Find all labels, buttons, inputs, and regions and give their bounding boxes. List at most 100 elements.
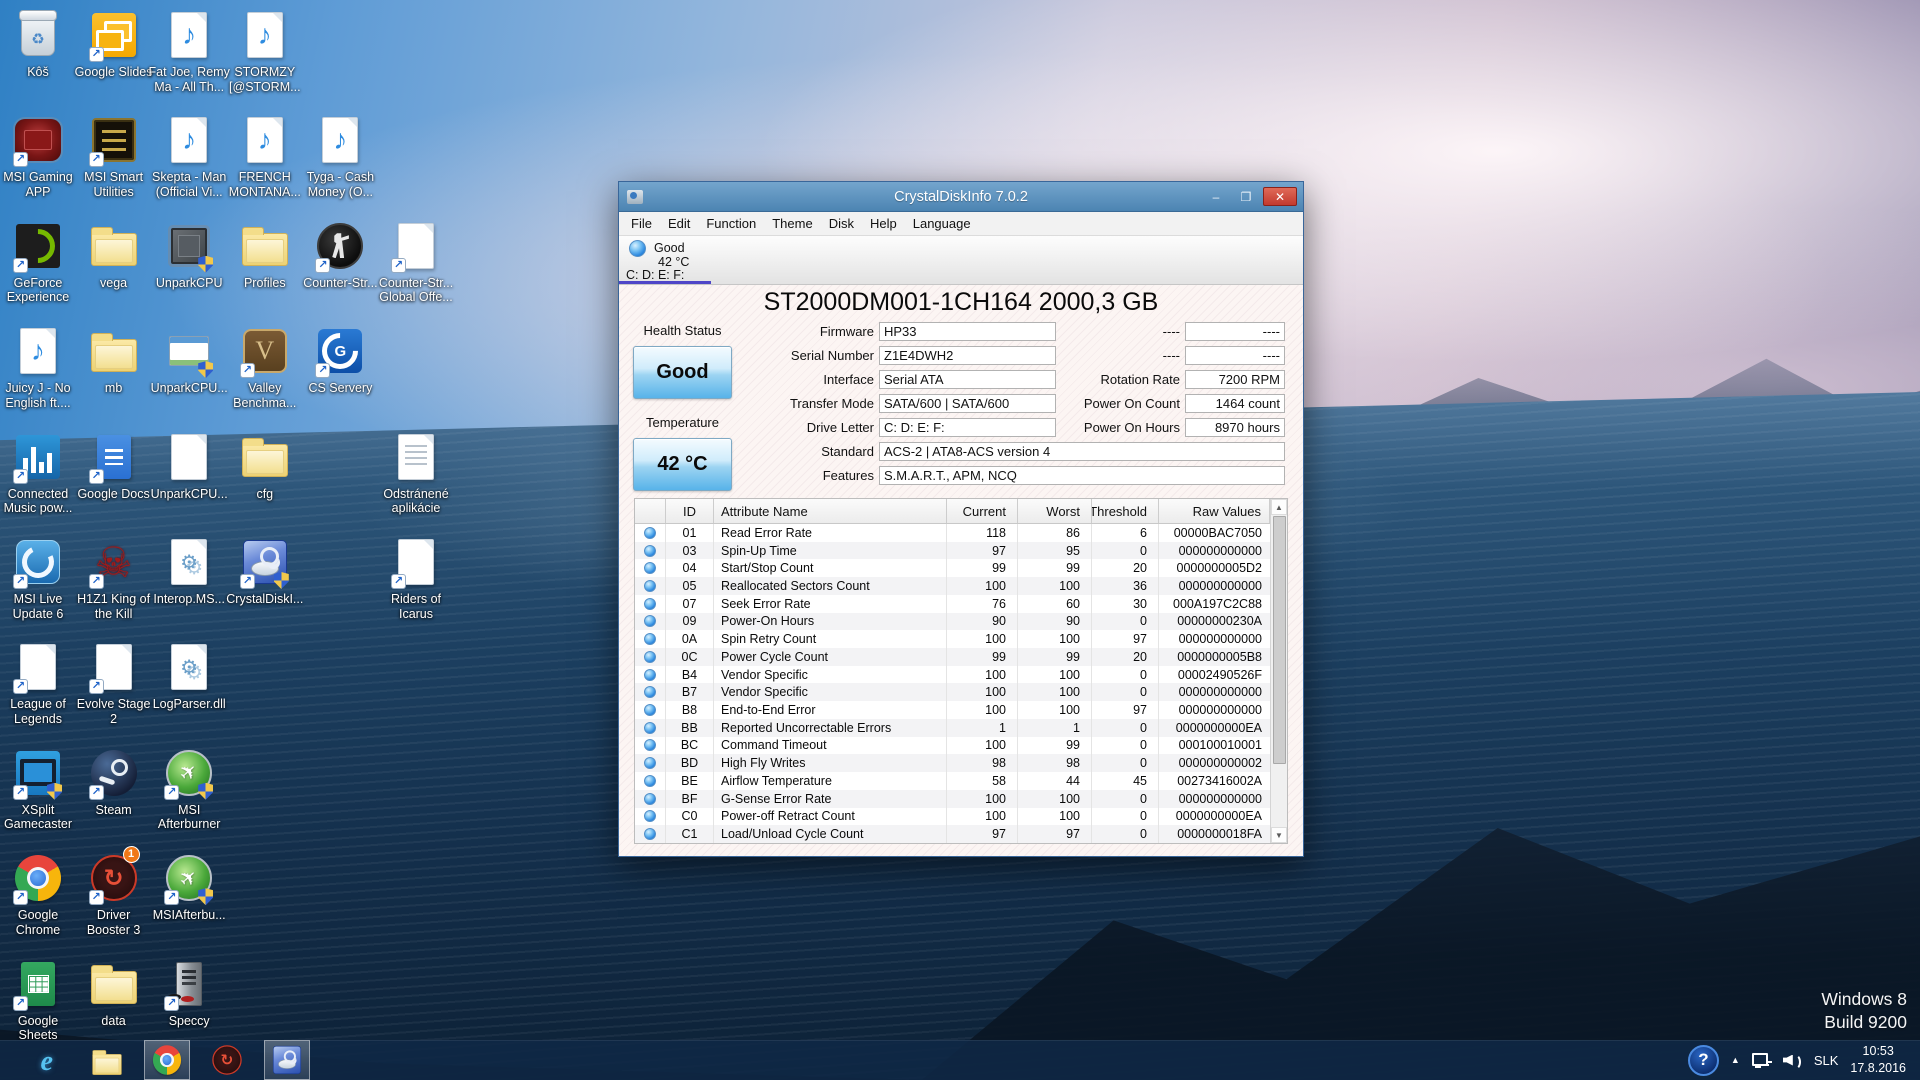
menu-item[interactable]: Help [862,213,905,234]
info-value-box[interactable]: 7200 RPM [1185,370,1285,389]
info-row: Power On Count 1464 count [1059,391,1289,415]
tray-icon[interactable] [1783,1053,1802,1068]
table-scrollbar[interactable]: ▲ ▼ [1270,499,1287,843]
desktop-icon[interactable]: cfg [215,430,315,502]
info-value-box[interactable]: 8970 hours [1185,418,1285,437]
desktop-icon[interactable]: Riders of Icarus [366,535,466,621]
table-row[interactable]: BE Airflow Temperature 58 44 45 00273416… [635,772,1270,790]
cell-worst: 95 [1018,542,1092,560]
desktop-icon[interactable]: CS Servery [290,324,390,396]
table-row[interactable]: 0A Spin Retry Count 100 100 97 000000000… [635,630,1270,648]
menu-item[interactable]: Edit [660,213,698,234]
desktop-icon[interactable]: MSIAfterbu... [139,851,239,923]
desktop-icon-art [10,535,66,589]
desktop-icon-art [161,219,217,273]
table-row[interactable]: 07 Seek Error Rate 76 60 30 000A197C2C88 [635,595,1270,613]
taskbar-button[interactable] [144,1040,190,1080]
table-row[interactable]: BC Command Timeout 100 99 0 000100010001 [635,737,1270,755]
info-value-box[interactable]: S.M.A.R.T., APM, NCQ [879,466,1285,485]
temperature-button[interactable]: 42 °C [633,438,732,491]
cell-id: 0C [666,648,714,666]
info-label: ---- [1059,324,1185,339]
window-titlebar[interactable]: CrystalDiskInfo 7.0.2 – ❐ ✕ [619,182,1303,212]
desktop-icon-art [10,851,66,905]
info-value-box[interactable]: C: D: E: F: [879,418,1056,437]
table-row[interactable]: 0C Power Cycle Count 99 99 20 0000000005… [635,648,1270,666]
table-row[interactable]: B7 Vendor Specific 100 100 0 00000000000… [635,683,1270,701]
cell-attribute-name: High Fly Writes [714,754,947,772]
menu-item[interactable]: Language [905,213,979,234]
minimize-button[interactable]: – [1203,187,1229,206]
desktop-icon[interactable]: MSI Afterburner [139,746,239,832]
health-status-button[interactable]: Good [633,346,732,399]
watermark-line2: Build 9200 [1821,1011,1907,1034]
drive-status: Good [654,241,685,255]
desktop-icon[interactable]: STORMZY [@STORM... [215,8,315,94]
info-value-box[interactable]: ---- [1185,346,1285,365]
desktop-icon-art [161,851,217,905]
scrollbar-thumb[interactable] [1273,516,1286,764]
info-value-box[interactable]: SATA/600 | SATA/600 [879,394,1056,413]
taskbar-button[interactable] [264,1040,310,1080]
taskbar-buttons [0,1040,310,1080]
shortcut-arrow-icon [13,152,28,167]
info-label: Features [759,468,879,483]
cell-threshold: 97 [1092,630,1159,648]
scroll-down-icon[interactable]: ▼ [1271,827,1287,843]
table-row[interactable]: BD High Fly Writes 98 98 0 000000000002 [635,754,1270,772]
cell-raw-values: 0000000000EA [1159,719,1270,737]
desktop-icon[interactable]: Counter-Str... Global Offe... [366,219,466,305]
menu-item[interactable]: Disk [821,213,862,234]
desktop-icon-label: STORMZY [@STORM... [215,65,315,94]
close-button[interactable]: ✕ [1263,187,1297,206]
table-row[interactable]: 09 Power-On Hours 90 90 0 00000000230A [635,613,1270,631]
info-value-box[interactable]: ACS-2 | ATA8-ACS version 4 [879,442,1285,461]
table-row[interactable]: 01 Read Error Rate 118 86 6 00000BAC7050 [635,524,1270,542]
table-row[interactable]: C1 Load/Unload Cycle Count 97 97 0 00000… [635,825,1270,843]
info-value-box[interactable]: ---- [1185,322,1285,341]
table-row[interactable]: 04 Start/Stop Count 99 99 20 0000000005D… [635,559,1270,577]
taskbar-clock[interactable]: 10:53 17.8.2016 [1850,1043,1910,1077]
scroll-up-icon[interactable]: ▲ [1271,499,1287,515]
shortcut-arrow-icon [89,152,104,167]
info-value-box[interactable]: Serial ATA [879,370,1056,389]
table-row[interactable]: BF G-Sense Error Rate 100 100 0 00000000… [635,790,1270,808]
menu-item[interactable]: Theme [764,213,820,234]
desktop-icon-label: MSI Afterburner [139,803,239,832]
info-value-box[interactable]: HP33 [879,322,1056,341]
maximize-button[interactable]: ❐ [1233,187,1259,206]
row-status-cell [635,790,666,808]
desktop-icon[interactable]: Odstránené aplikácie [366,430,466,516]
tray-icon[interactable] [1688,1045,1719,1076]
health-block: Health Status Good Temperature 42 °C [633,319,732,491]
row-status-cell [635,701,666,719]
table-row[interactable]: C0 Power-off Retract Count 100 100 0 000… [635,808,1270,826]
tray-icon[interactable] [1752,1053,1771,1068]
cell-current: 100 [947,666,1018,684]
table-row[interactable]: B4 Vendor Specific 100 100 0 00002490526… [635,666,1270,684]
desktop-icon-art [161,535,217,589]
icon-glyph [247,12,283,58]
desktop-icon[interactable]: Speccy [139,957,239,1029]
status-dot-icon [644,810,656,822]
menu-item[interactable]: File [623,213,660,234]
watermark-line1: Windows 8 [1821,988,1907,1011]
cell-id: BD [666,754,714,772]
desktop-icon[interactable]: LogParser.dll [139,640,239,712]
language-indicator[interactable]: SLK [1814,1053,1839,1068]
desktop-icon[interactable]: CrystalDiskI... [215,535,315,607]
taskbar-button[interactable] [24,1040,70,1080]
table-row[interactable]: 05 Reallocated Sectors Count 100 100 36 … [635,577,1270,595]
taskbar-button[interactable] [84,1040,130,1080]
table-row[interactable]: B8 End-to-End Error 100 100 97 000000000… [635,701,1270,719]
table-row[interactable]: 03 Spin-Up Time 97 95 0 000000000000 [635,542,1270,560]
drive-selector[interactable]: Good 42 °C C: D: E: F: [619,236,1303,285]
table-row[interactable]: BB Reported Uncorrectable Errors 1 1 0 0… [635,719,1270,737]
icon-glyph [176,962,202,1006]
menu-item[interactable]: Function [698,213,764,234]
tray-icon[interactable] [1731,1055,1740,1065]
info-value-box[interactable]: Z1E4DWH2 [879,346,1056,365]
info-value-box[interactable]: 1464 count [1185,394,1285,413]
taskbar-button[interactable] [204,1040,250,1080]
desktop-icon[interactable]: Tyga - Cash Money (O... [290,113,390,199]
